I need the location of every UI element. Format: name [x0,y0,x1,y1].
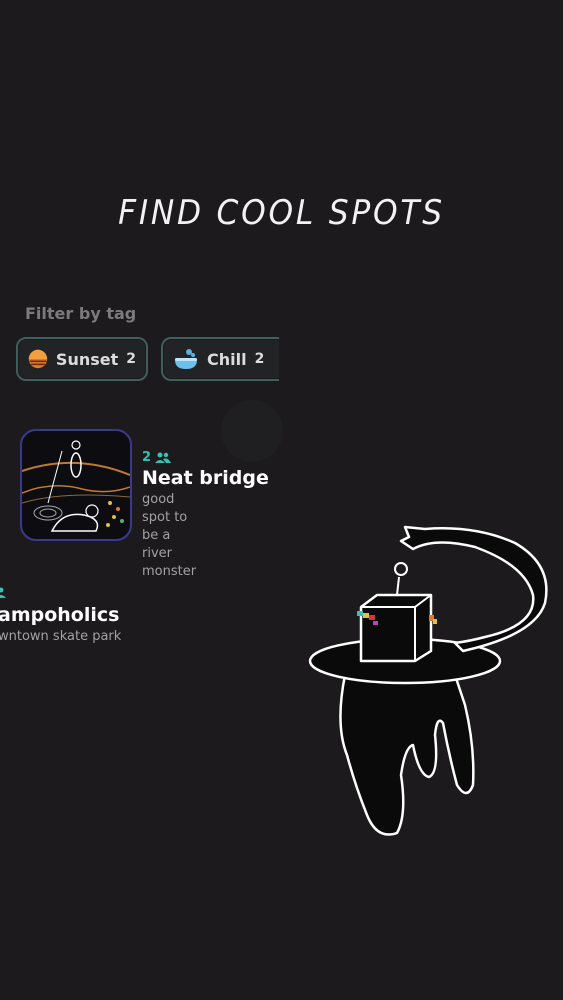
river-monster-illustration [22,440,130,532]
tag-sunset-button[interactable]: Sunset 2 [16,337,148,381]
tag-filter-list: Sunset 2 Chill 2 [16,337,279,385]
bathtub-icon [175,349,197,369]
spot-description-line: good spot to be a [142,492,188,543]
ufo-blob-mascot-illustration [308,525,548,836]
spot-thumbnail [20,429,132,541]
filter-label: Filter by tag [25,304,137,323]
people-icon [155,452,172,463]
spot-title: Neat bridge [142,467,269,489]
spot-description: wntown skate park [0,629,122,644]
tag-count: 2 [126,351,136,367]
spot-count: 2 [142,450,172,465]
tag-label: Chill [207,349,247,369]
spot-title: ampoholics [0,604,120,626]
tag-count: 2 [254,351,265,367]
sunset-icon [28,349,48,369]
tag-chill-button[interactable]: Chill 2 [161,337,279,381]
people-icon [0,587,6,598]
spot-description: good spot to be a river monster [142,491,196,581]
spot-description-line: river monster [142,546,197,579]
page-title: FIND COOL SPOTS [118,193,445,233]
tag-label: Sunset [55,349,119,369]
spot-count-value: 2 [142,450,152,465]
map-location-button[interactable] [221,400,283,462]
